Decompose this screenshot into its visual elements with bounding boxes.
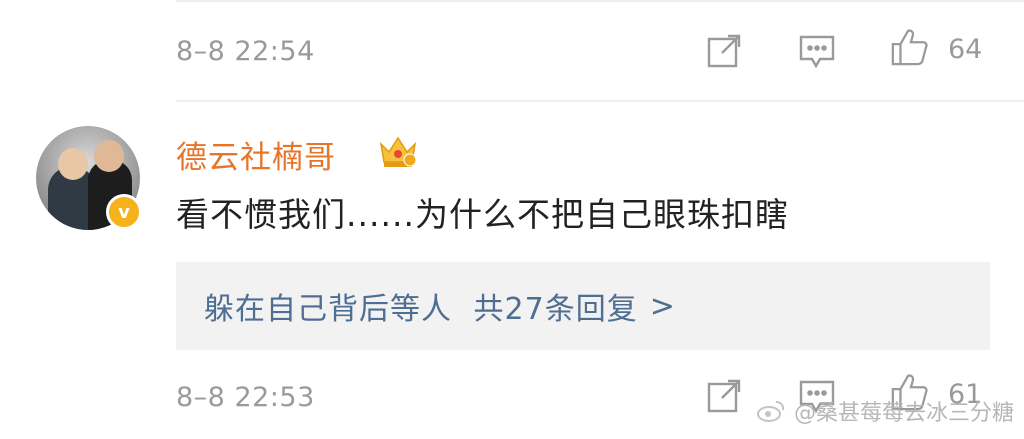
watermark-text: @桑甚莓莓去冰三分糖 xyxy=(793,401,1014,426)
top-divider xyxy=(176,0,1024,2)
replies-preview[interactable]: 躲在自己背后等人 共27条回复 > xyxy=(176,262,990,350)
reply-users[interactable]: 躲在自己背后等人 xyxy=(204,284,452,328)
watermark: @桑甚莓莓去冰三分糖 xyxy=(756,395,1014,427)
crown-icon xyxy=(377,132,419,170)
like-count: 64 xyxy=(948,34,983,65)
timestamp: 8–8 22:53 xyxy=(176,381,315,413)
reply-count[interactable]: 共27条回复 xyxy=(474,284,638,328)
reply-spacer xyxy=(458,289,468,324)
comment-text: 看不惯我们......为什么不把自己眼珠扣瞎 xyxy=(176,195,789,234)
comment-divider xyxy=(176,100,1024,102)
verified-badge-icon: v xyxy=(106,194,142,230)
share-icon[interactable] xyxy=(705,377,743,415)
comment-icon[interactable] xyxy=(798,32,836,70)
chevron-right-icon: > xyxy=(649,288,675,324)
like-icon[interactable] xyxy=(890,28,928,66)
weibo-logo-icon xyxy=(756,401,785,422)
share-icon[interactable] xyxy=(705,32,743,70)
comment-username[interactable]: 德云社楠哥 xyxy=(176,132,336,177)
timestamp: 8–8 22:54 xyxy=(176,35,315,67)
